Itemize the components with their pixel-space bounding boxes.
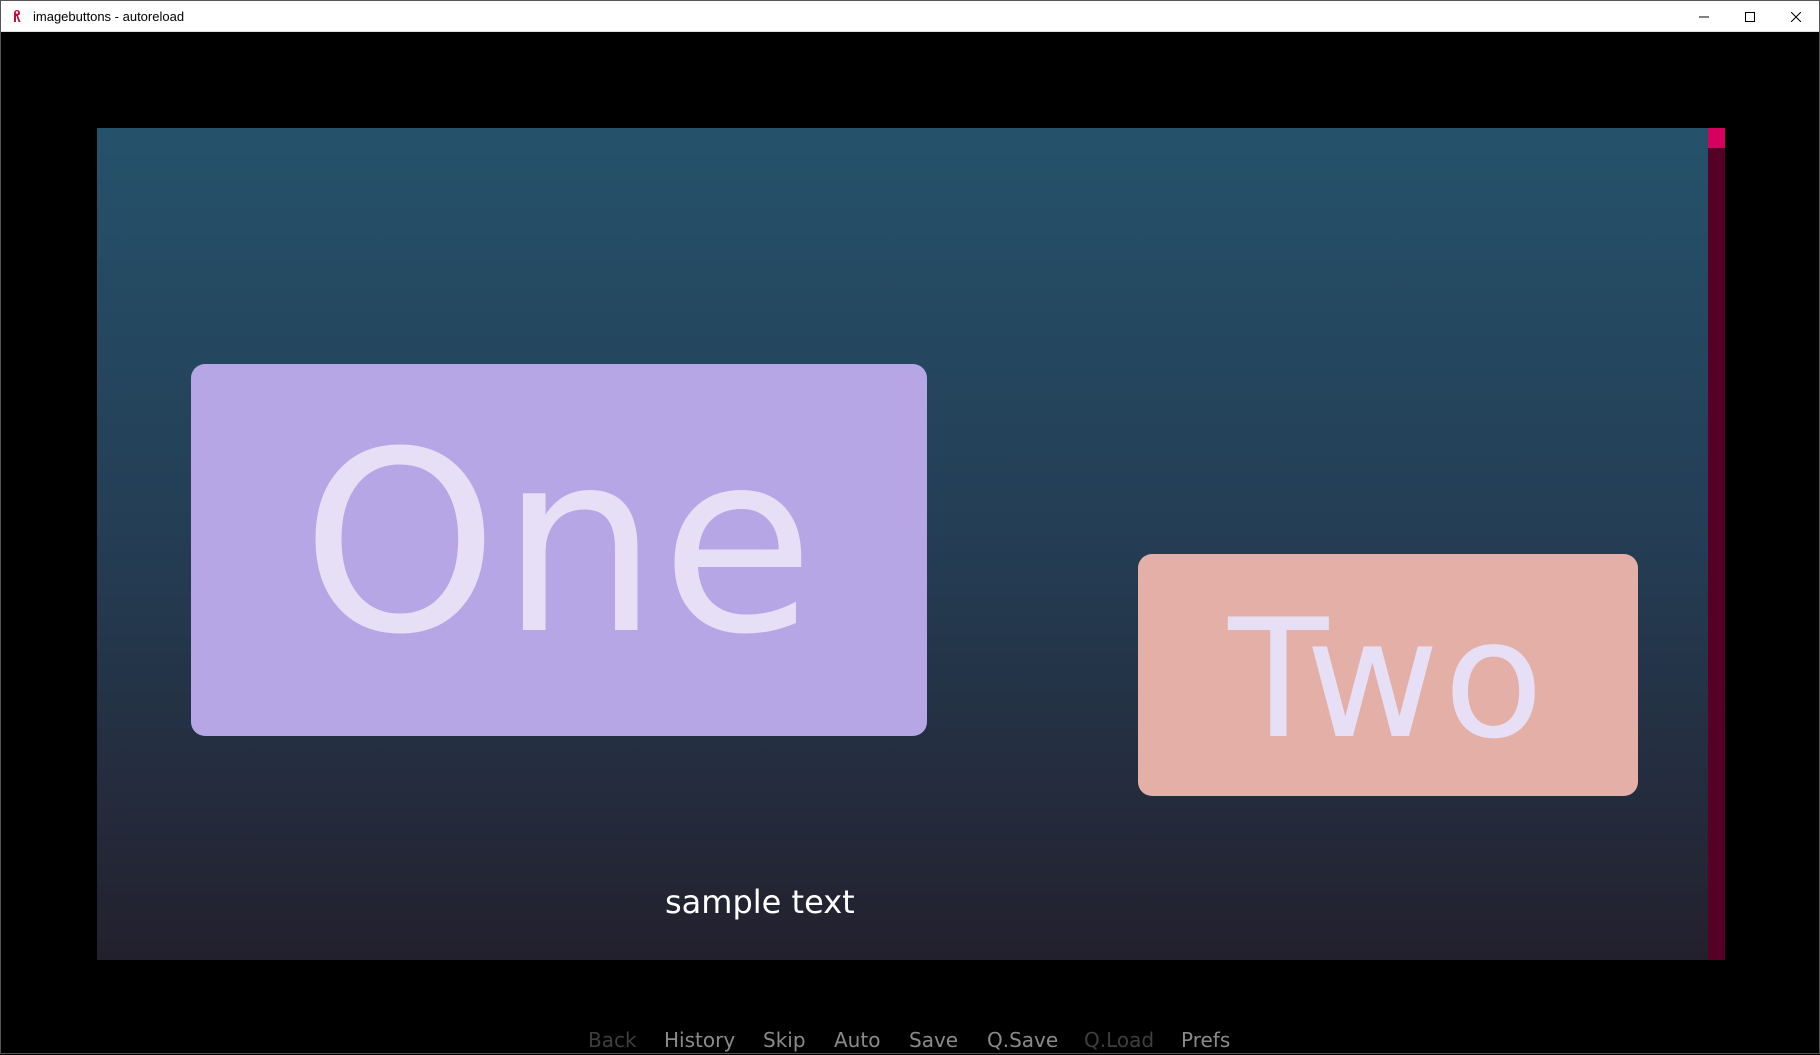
- vertical-scrollbar[interactable]: [1708, 128, 1725, 960]
- maximize-icon: [1745, 11, 1755, 22]
- image-button-one-label: One: [301, 397, 817, 689]
- minimize-button[interactable]: [1681, 1, 1727, 32]
- window-title: imagebuttons - autoreload: [33, 8, 185, 24]
- minimize-icon: [1699, 16, 1709, 17]
- image-button-one[interactable]: One: [191, 364, 927, 736]
- image-button-two-label: Two: [1228, 583, 1548, 775]
- scrollbar-thumb[interactable]: [1708, 128, 1725, 148]
- window-controls: [1681, 1, 1819, 32]
- close-button[interactable]: [1773, 1, 1819, 32]
- title-bar[interactable]: imagebuttons - autoreload: [1, 1, 1819, 32]
- quick-menu-save[interactable]: Save: [909, 1028, 958, 1052]
- quick-menu-history[interactable]: History: [664, 1028, 735, 1052]
- quick-menu-qsave[interactable]: Q.Save: [987, 1028, 1058, 1052]
- game-screen: One Two sample text: [97, 128, 1725, 960]
- app-window: imagebuttons - autoreload One Two sample…: [0, 0, 1820, 1054]
- quick-menu-auto[interactable]: Auto: [834, 1028, 880, 1052]
- image-button-two[interactable]: Two: [1138, 554, 1638, 796]
- close-icon: [1791, 11, 1801, 22]
- quick-menu: Back History Skip Auto Save Q.Save Q.Loa…: [1, 1028, 1820, 1055]
- renpy-app-icon: [9, 8, 25, 24]
- quick-menu-qload[interactable]: Q.Load: [1084, 1028, 1154, 1052]
- quick-menu-prefs[interactable]: Prefs: [1181, 1028, 1230, 1052]
- quick-menu-skip[interactable]: Skip: [763, 1028, 806, 1052]
- sample-text: sample text: [665, 883, 855, 921]
- quick-menu-back[interactable]: Back: [588, 1028, 637, 1052]
- maximize-button[interactable]: [1727, 1, 1773, 32]
